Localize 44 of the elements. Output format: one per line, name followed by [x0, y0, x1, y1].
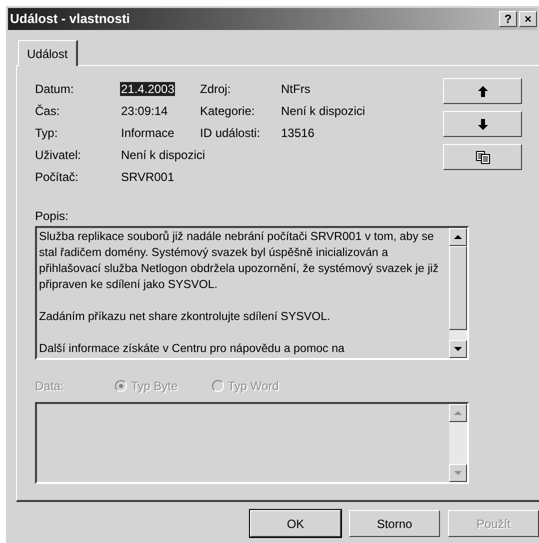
- tab[interactable]: Událost: [18, 40, 78, 66]
- scroll-up-button[interactable]: [449, 404, 467, 422]
- scroll-thumb[interactable]: [449, 246, 467, 330]
- field-value: NtFrs: [280, 81, 312, 98]
- field-label: ID události:: [200, 125, 262, 142]
- field-label: Uživatel:: [35, 147, 82, 164]
- previous-button[interactable]: [443, 78, 522, 104]
- description-text: Zadáním příkazu net share zkontrolujte sdílení SYSVOL.: [39, 309, 332, 325]
- down-triangle-icon: [454, 471, 462, 475]
- field-label: Typ:: [35, 125, 59, 142]
- field-label: Čas:: [35, 103, 61, 120]
- field-value: Není k dispozici: [120, 148, 206, 162]
- field-label: Počítač:: [35, 169, 80, 186]
- help-button[interactable]: ?: [499, 11, 517, 27]
- description-text: Další informace získáte v Centru pro nápovědu a pomoc na: [39, 341, 346, 357]
- field-value: Není k dispozici: [280, 103, 366, 120]
- up-triangle-icon: [454, 235, 462, 239]
- copy-icon: [476, 150, 490, 164]
- window-title: Událost - vlastnosti: [10, 10, 131, 28]
- up-triangle-icon: [454, 411, 462, 415]
- field-label: Datum:: [35, 81, 75, 98]
- up-arrow-icon: [478, 86, 488, 96]
- down-triangle-icon: [454, 347, 462, 351]
- description-label: Popis:: [35, 209, 70, 223]
- data-label: Data:: [35, 378, 65, 395]
- dialog-button[interactable]: Storno: [349, 510, 440, 537]
- field-value: Informace: [120, 126, 176, 140]
- next-button[interactable]: [443, 111, 522, 137]
- scroll-down-button[interactable]: [449, 340, 467, 358]
- close-button[interactable]: ×: [519, 11, 537, 27]
- dialog-button[interactable]: OK: [250, 510, 341, 537]
- description-text: Služba replikace souborů již nadále nebrání počítači SRVR001 v tom, aby se stal řadičem domény. Systémový svazek byl úspěšně inicializován a přihlašovací služba Netlogon obdržela upozornění, že systémový svazek je již připraven ke sdílení jako SYSVOL.: [39, 229, 440, 293]
- field-label: Kategorie:: [200, 103, 256, 120]
- field-value: 21.4.2003: [120, 82, 176, 96]
- scroll-up-button[interactable]: [449, 228, 467, 246]
- field-label: Zdroj:: [200, 81, 232, 98]
- scrollbar[interactable]: [449, 228, 467, 358]
- field-value: 13516: [280, 125, 316, 142]
- field-value: SRVR001: [120, 170, 176, 184]
- scrollbar[interactable]: [449, 404, 467, 482]
- field-value: 23:09:14: [120, 104, 169, 118]
- copy-button[interactable]: [443, 144, 522, 170]
- scroll-down-button[interactable]: [449, 464, 467, 482]
- down-arrow-icon: [478, 118, 488, 130]
